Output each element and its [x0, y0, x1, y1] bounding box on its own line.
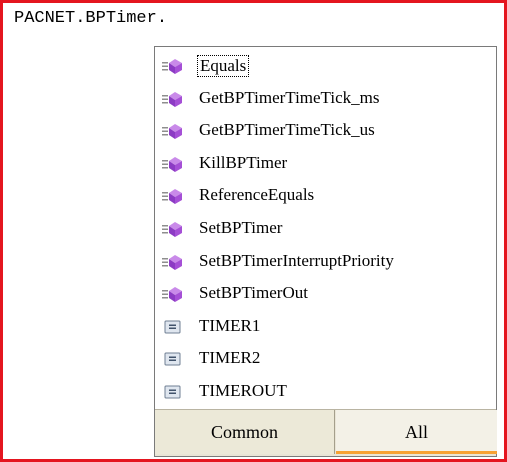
list-item[interactable]: TIMER1 — [155, 311, 496, 344]
list-item[interactable]: SetBPTimerOut — [155, 278, 496, 311]
list-item[interactable]: TIMER2 — [155, 343, 496, 376]
code-editor[interactable]: PACNET.BPTimer. Equals GetBPTimerTimeTic… — [0, 0, 507, 462]
method-icon — [162, 221, 182, 237]
list-item[interactable]: GetBPTimerTimeTick_ms — [155, 83, 496, 116]
list-item[interactable]: KillBPTimer — [155, 148, 496, 181]
list-item[interactable]: GetBPTimerTimeTick_us — [155, 115, 496, 148]
list-item-label: ReferenceEquals — [199, 185, 315, 205]
method-icon — [162, 124, 182, 140]
method-icon — [162, 287, 182, 303]
list-item-label: GetBPTimerTimeTick_us — [199, 120, 375, 140]
code-line[interactable]: PACNET.BPTimer. — [14, 9, 167, 28]
list-item[interactable]: Equals — [155, 50, 496, 83]
list-item[interactable]: SetBPTimerInterruptPriority — [155, 246, 496, 279]
list-item-label: Equals — [197, 55, 250, 77]
method-icon — [162, 59, 182, 74]
list-item-label: SetBPTimerInterruptPriority — [199, 250, 394, 270]
enum-icon — [164, 352, 181, 366]
member-list: Equals GetBPTimerTimeTick_ms GetBPTimerT… — [155, 50, 496, 409]
method-icon — [162, 189, 182, 205]
list-item[interactable]: ReferenceEquals — [155, 180, 496, 213]
method-icon — [162, 91, 182, 107]
list-item[interactable]: SetBPTimer — [155, 213, 496, 246]
method-icon — [162, 254, 182, 270]
list-item-label: TIMEROUT — [199, 380, 287, 400]
list-item-label: SetBPTimerOut — [199, 283, 308, 303]
list-item-label: TIMER2 — [199, 348, 261, 368]
tab-all[interactable]: All — [336, 410, 497, 454]
filter-tabs: Common All — [155, 409, 497, 456]
tab-common[interactable]: Common — [155, 410, 335, 454]
list-item-label: KillBPTimer — [199, 152, 288, 172]
intellisense-popup: Equals GetBPTimerTimeTick_ms GetBPTimerT… — [154, 46, 497, 457]
list-item[interactable]: TIMEROUT — [155, 376, 496, 409]
list-item-label: SetBPTimer — [199, 217, 283, 237]
enum-icon — [164, 385, 181, 399]
enum-icon — [164, 320, 181, 334]
method-icon — [162, 156, 182, 172]
list-item-label: GetBPTimerTimeTick_ms — [199, 87, 380, 107]
list-item-label: TIMER1 — [199, 315, 261, 335]
